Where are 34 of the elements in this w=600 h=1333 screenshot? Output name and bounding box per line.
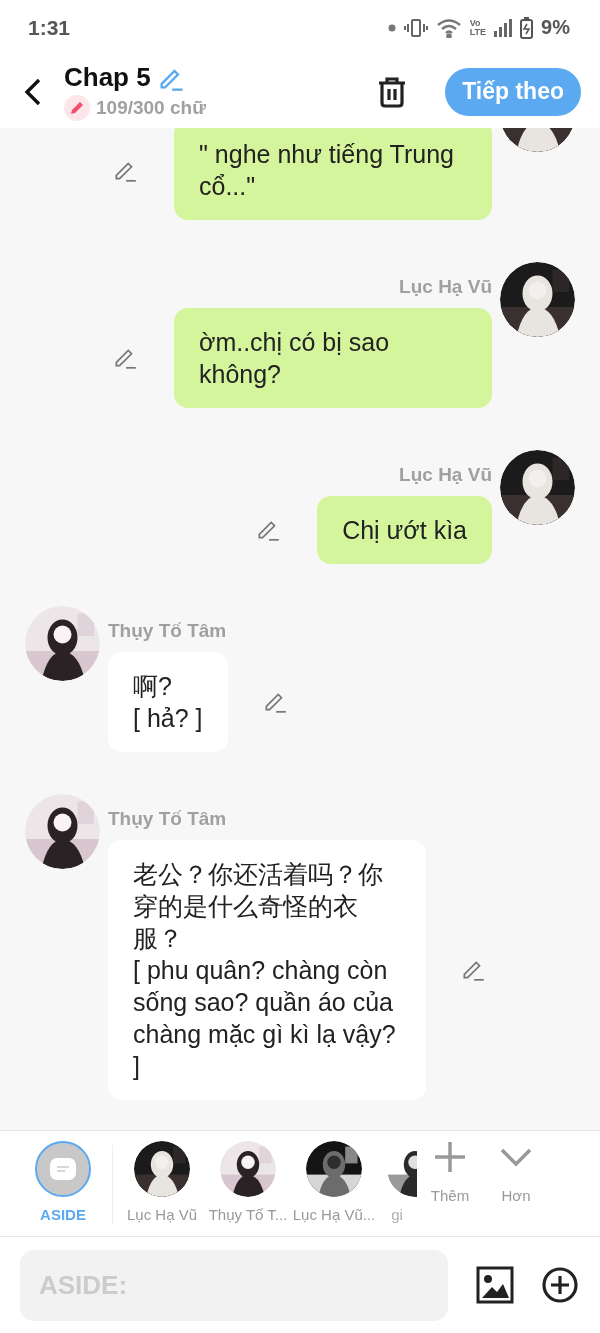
delete-icon[interactable] — [377, 75, 408, 108]
character-name: Thụy Tố Tâm — [108, 808, 228, 830]
signal-icon — [494, 18, 513, 37]
battery-percent: 9% — [541, 16, 570, 39]
message-bubble[interactable]: ờm..chị có bị sao không? — [174, 308, 492, 408]
character-name: Thụy Tố Tâm — [108, 620, 228, 642]
vibrate-icon — [403, 17, 428, 38]
back-icon[interactable] — [24, 77, 42, 106]
battery-charging-icon — [520, 16, 534, 39]
chapter-title: Chap 5 — [64, 62, 151, 93]
character-name: Lục Hạ Vũ — [399, 464, 492, 486]
message-bubble[interactable]: 老公？你还活着吗？你穿的是什么奇怪的衣服？ [ phu quân? chàng còn sống sao? quần áo của chàng mặc gì kì lạ vậy? ] — [108, 840, 426, 1100]
character-option[interactable]: gi — [377, 1141, 417, 1225]
character-option[interactable]: Lục Hạ Vũ... — [291, 1141, 377, 1225]
character-name: Lục Hạ Vũ — [399, 276, 492, 298]
message-bubble[interactable]: 啊? [ hả? ] — [108, 652, 228, 752]
comment-icon — [49, 1157, 77, 1181]
pencil-icon — [64, 95, 90, 121]
character-option[interactable]: Thụy Tố T... — [205, 1141, 291, 1225]
word-count: 109/300 chữ — [96, 97, 206, 119]
character-option[interactable]: Lục Hạ Vũ — [119, 1141, 205, 1225]
add-circle-icon[interactable] — [542, 1267, 578, 1303]
more-button[interactable]: Hơn — [483, 1141, 549, 1225]
plus-icon — [434, 1141, 466, 1173]
message-bubble[interactable]: " nghe như tiếng Trung cổ..." — [174, 128, 492, 220]
next-button[interactable]: Tiếp theo — [445, 67, 581, 116]
character-option[interactable]: ASIDE — [20, 1141, 106, 1225]
status-time: 1:31 — [28, 15, 72, 40]
image-icon[interactable] — [476, 1266, 514, 1304]
volte-label: Vo LTE — [469, 18, 487, 37]
message-bubble[interactable]: Chị ướt kìa — [317, 496, 492, 564]
wifi-icon — [435, 17, 462, 38]
dot-icon — [387, 23, 396, 32]
add-button[interactable]: Thêm — [417, 1141, 483, 1225]
